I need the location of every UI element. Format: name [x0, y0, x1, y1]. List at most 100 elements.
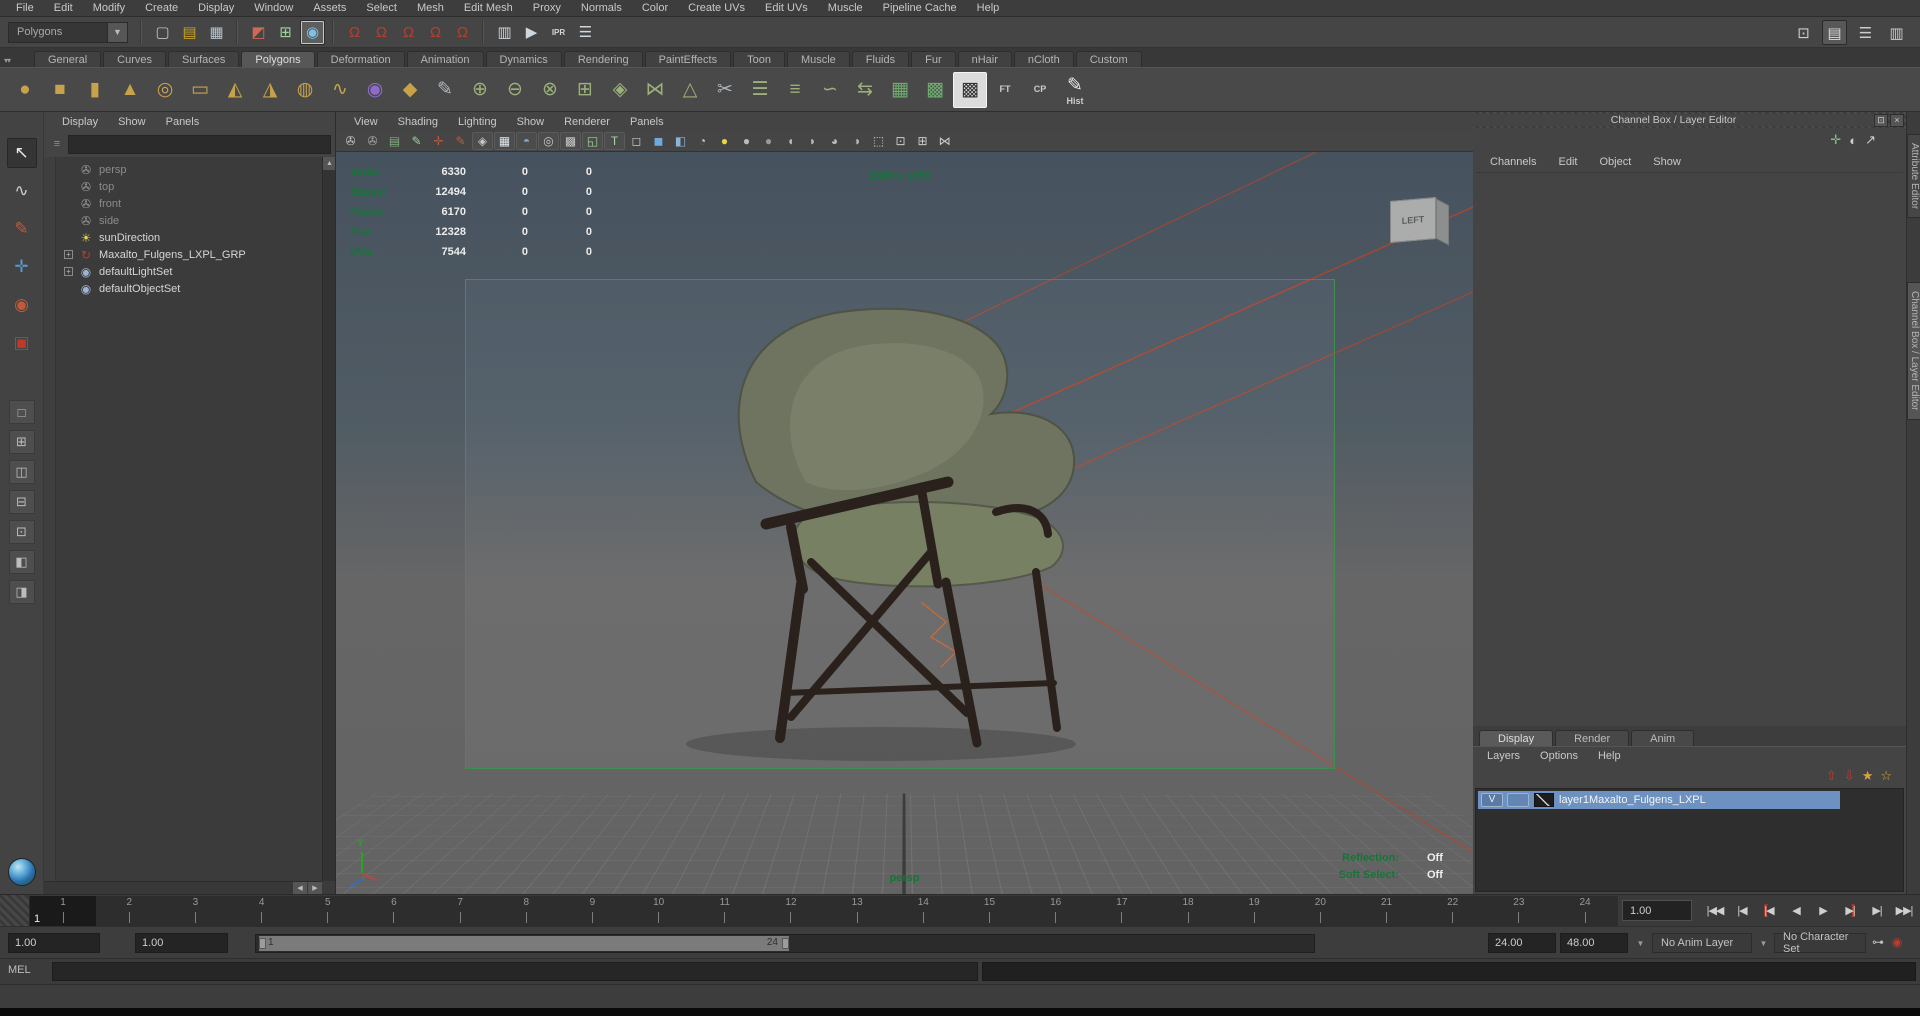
snap-to-projected-center-icon[interactable]: Ω — [423, 20, 448, 45]
step-forward-frame-button[interactable]: ▶| — [1865, 899, 1889, 921]
menu-item[interactable]: Create UVs — [678, 1, 755, 15]
outliner-item[interactable]: + ✇ front — [56, 195, 321, 212]
snap-to-curve-icon[interactable]: Ω — [369, 20, 394, 45]
sidebar-object-details-icon[interactable]: ⊡ — [1791, 20, 1816, 45]
xray-joints-icon[interactable]: ◗ — [802, 132, 823, 150]
four-pane-layout-button[interactable]: ⊞ — [8, 430, 35, 454]
timeline-frame[interactable]: 20 20 — [1287, 896, 1353, 926]
multi-cut-icon[interactable]: ✂ — [708, 72, 742, 108]
timeline-frame[interactable]: 23 23 — [1486, 896, 1552, 926]
timeline-frame[interactable]: 12 12 — [758, 896, 824, 926]
shelf-tab[interactable]: Animation — [406, 51, 484, 67]
shelf-tab[interactable]: Rendering — [563, 51, 643, 67]
poly-helix-icon[interactable]: ∿ — [323, 72, 357, 108]
step-forward-key-button[interactable]: ▶| — [1838, 899, 1862, 921]
manipulator-icon[interactable]: ✛ — [1830, 132, 1841, 148]
menu-item[interactable]: Assets — [303, 1, 356, 15]
backface-culling-icon[interactable]: ◕ — [824, 132, 845, 150]
ipr-render-icon[interactable]: IPR — [546, 20, 571, 45]
sidebar-tool-settings-icon[interactable]: ☰ — [1853, 20, 1878, 45]
camera-attributes-icon[interactable]: ✇ — [362, 132, 383, 150]
resolution-gate-icon[interactable]: ▦ — [494, 132, 515, 150]
layer-editor-tab[interactable]: Display — [1479, 730, 1554, 746]
command-line-result[interactable] — [982, 962, 1916, 981]
select-object-icon[interactable]: ⊞ — [273, 20, 298, 45]
save-scene-icon[interactable]: ▦ — [204, 20, 229, 45]
viewport-menu-item[interactable]: View — [344, 115, 388, 129]
timeline-frame[interactable]: 11 11 — [692, 896, 758, 926]
hypershade-persp-layout-button[interactable]: ◨ — [8, 580, 35, 604]
smooth-wire-icon[interactable]: ◑ — [846, 132, 867, 150]
timeline-frame[interactable]: 2 2 — [96, 896, 162, 926]
shelf-tab[interactable]: Surfaces — [167, 51, 240, 67]
shelf-tab[interactable]: Deformation — [316, 51, 405, 67]
menu-item[interactable]: Window — [244, 1, 303, 15]
timeline-frame[interactable]: 1 1 — [30, 896, 97, 926]
single-pane-layout-button[interactable]: □ — [8, 400, 35, 424]
range-end-handle[interactable] — [782, 938, 789, 949]
paint-brush-icon[interactable]: ✎ — [450, 132, 471, 150]
menu-item[interactable]: Edit Mesh — [454, 1, 523, 15]
separate-icon[interactable]: ⊖ — [498, 72, 532, 108]
outliner-item[interactable]: + ◉ defaultLightSet — [56, 263, 321, 280]
menu-item[interactable]: Display — [188, 1, 244, 15]
bridge-icon[interactable]: ⋈ — [638, 72, 672, 108]
command-line-mode-button[interactable]: MEL — [8, 964, 48, 976]
channel-box-menu-item[interactable]: Show — [1642, 155, 1692, 169]
outliner-menu-item[interactable]: Show — [108, 115, 156, 129]
menu-item[interactable]: Color — [632, 1, 678, 15]
timeline-frame[interactable]: 8 8 — [493, 896, 559, 926]
shelf-menu-icon[interactable]: ▾▾ — [4, 56, 11, 65]
xray-icon[interactable]: ◖ — [780, 132, 801, 150]
rotate-tool[interactable]: ◉ — [7, 290, 37, 320]
close-panel-icon[interactable]: × — [1890, 113, 1904, 127]
film-gate-icon[interactable]: ◈ — [472, 132, 493, 150]
layer-editor-menu-item[interactable]: Options — [1530, 749, 1588, 763]
menu-item[interactable]: Select — [356, 1, 407, 15]
command-line-input[interactable] — [52, 962, 978, 981]
new-scene-icon[interactable]: ▢ — [150, 20, 175, 45]
quad-draw-icon[interactable]: ▦ — [883, 72, 917, 108]
menu-item[interactable]: Pipeline Cache — [873, 1, 967, 15]
menu-item[interactable]: Create — [135, 1, 188, 15]
extrude-icon[interactable]: ⊞ — [568, 72, 602, 108]
render-view-icon[interactable]: ▥ — [492, 20, 517, 45]
channel-box-menu-item[interactable]: Channels — [1479, 155, 1547, 169]
shelf-tab[interactable]: Toon — [733, 51, 785, 67]
use-all-lights-icon[interactable]: ◔ — [692, 132, 713, 150]
viewport-menu-item[interactable]: Shading — [388, 115, 448, 129]
layer-visibility-toggle[interactable]: V — [1481, 793, 1503, 807]
poly-cylinder-icon[interactable]: ▮ — [78, 72, 112, 108]
layer-editor-tab[interactable]: Anim — [1631, 730, 1695, 746]
shelf-tab[interactable]: Fur — [911, 51, 956, 67]
menu-item[interactable]: Mesh — [407, 1, 454, 15]
go-to-end-button[interactable]: ▶▶| — [1892, 899, 1916, 921]
channel-box-empty-area[interactable] — [1476, 172, 1903, 726]
uv-editor-icon[interactable]: ▩ — [953, 71, 987, 108]
select-by-type-icon[interactable]: ◉ — [300, 19, 325, 45]
chevron-down-icon[interactable]: ▼ — [108, 21, 128, 43]
menu-item[interactable]: Muscle — [818, 1, 873, 15]
combine-icon[interactable]: ⊕ — [463, 72, 497, 108]
restore-panel-icon[interactable]: ⊡ — [1874, 113, 1888, 127]
scale-tool[interactable]: ▣ — [7, 328, 37, 358]
uv-checker-icon[interactable]: ▩ — [918, 72, 952, 108]
menu-item[interactable]: Modify — [83, 1, 135, 15]
boolean-icon[interactable]: ⊗ — [533, 72, 567, 108]
shelf-tab[interactable]: Curves — [103, 51, 166, 67]
playback-end-field[interactable]: 24.00 — [1488, 933, 1556, 953]
outliner-item[interactable]: + ☀ sunDirection — [56, 229, 321, 246]
step-back-key-button[interactable]: |◀ — [1757, 899, 1781, 921]
view-cube-side-face[interactable] — [1436, 198, 1449, 246]
poly-prism-icon[interactable]: ◭ — [218, 72, 252, 108]
timeline-frame[interactable]: 7 7 — [427, 896, 493, 926]
shelf-tab[interactable]: nCloth — [1013, 51, 1074, 67]
sidebar-attribute-editor-icon[interactable]: ▥ — [1884, 20, 1909, 45]
menu-item[interactable]: Help — [967, 1, 1010, 15]
channel-box-vertical-tab[interactable]: Channel Box / Layer Editor — [1907, 282, 1920, 420]
select-hierarchy-icon[interactable]: ◩ — [246, 20, 271, 45]
lasso-tool[interactable]: ∿ — [7, 176, 37, 206]
timeline-frame[interactable]: 5 5 — [295, 896, 361, 926]
sidebar-channel-box-icon[interactable]: ▤ — [1822, 20, 1847, 45]
ft-shelf-icon[interactable]: FT — [988, 72, 1022, 108]
